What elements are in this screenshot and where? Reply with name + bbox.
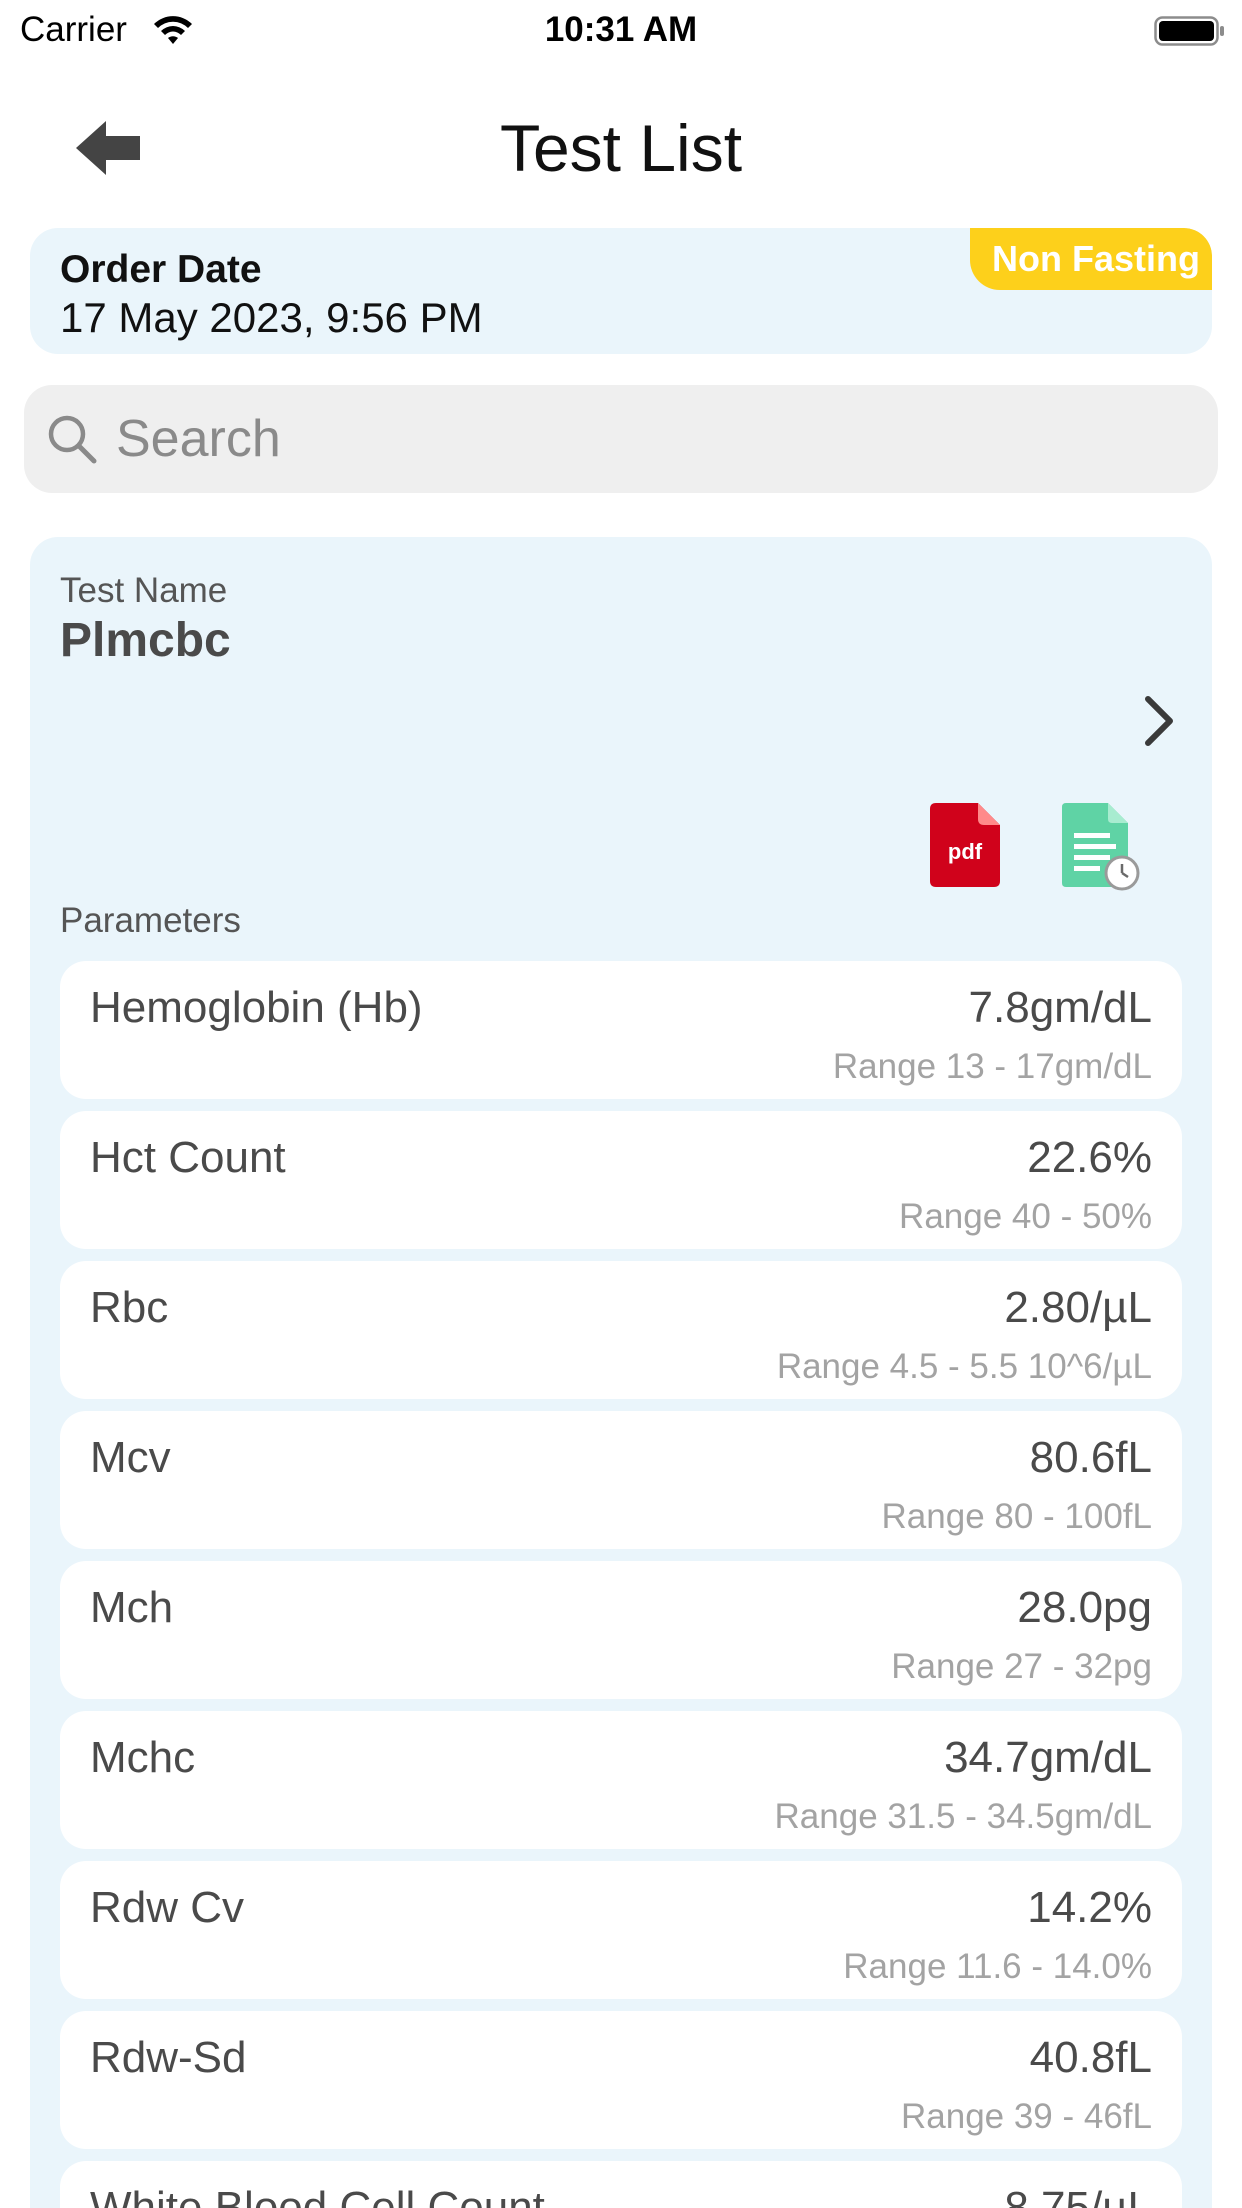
parameter-value: 7.8gm/dL [968,983,1152,1032]
parameter-name: Mch [90,1583,174,1632]
parameter-row: Mch 28.0pg Range 27 - 32pg [60,1561,1182,1699]
parameter-value: 14.2% [1027,1883,1152,1932]
page-title: Test List [499,111,743,185]
parameter-value: 8.75/µL [1004,2183,1152,2208]
parameter-row: Rdw Cv 14.2% Range 11.6 - 14.0% [60,1861,1182,1999]
parameter-range: Range 27 - 32pg [891,1647,1152,1686]
report-document-icon[interactable] [1062,803,1140,891]
parameter-range: Range 80 - 100fL [881,1497,1152,1536]
parameters-label: Parameters [60,901,241,940]
fasting-status-badge: Non Fasting [970,228,1212,290]
parameter-name: Rdw-Sd [90,2033,247,2082]
search-icon [48,415,97,464]
parameter-row: Mchc 34.7gm/dL Range 31.5 - 34.5gm/dL [60,1711,1182,1849]
parameter-name: Rdw Cv [90,1883,245,1932]
parameter-name: Mcv [90,1433,171,1482]
parameter-value: 2.80/µL [1004,1283,1152,1332]
order-date-value: 17 May 2023, 9:56 PM [60,294,483,341]
parameter-row: White Blood Cell Count 8.75/µL [60,2161,1182,2208]
parameter-range: Range 13 - 17gm/dL [832,1047,1152,1086]
parameter-row: Hct Count 22.6% Range 40 - 50% [60,1111,1182,1249]
parameter-row: Hemoglobin (Hb) 7.8gm/dL Range 13 - 17gm… [60,961,1182,1099]
parameter-value: 34.7gm/dL [944,1733,1152,1782]
parameter-range: Range 39 - 46fL [900,2097,1152,2136]
pdf-icon[interactable]: pdf [930,803,1000,887]
order-date-label: Order Date [60,248,262,291]
parameter-value: 40.8fL [1029,2033,1152,2082]
search-input[interactable] [116,385,1196,493]
parameter-list: Hemoglobin (Hb) 7.8gm/dL Range 13 - 17gm… [60,961,1182,2208]
parameter-name: Hemoglobin (Hb) [90,983,423,1032]
search-bar[interactable] [24,385,1218,493]
parameter-range: Range 31.5 - 34.5gm/dL [774,1797,1152,1836]
parameter-value: 80.6fL [1029,1433,1152,1482]
parameter-name: White Blood Cell Count [90,2183,545,2208]
status-time: 10:31 AM [544,10,698,49]
test-name: Plmcbc [60,614,231,667]
order-info-card: Order Date 17 May 2023, 9:56 PM Non Fast… [30,228,1212,354]
parameter-row: Rbc 2.80/µL Range 4.5 - 5.5 10^6/µL [60,1261,1182,1399]
parameter-name: Mchc [90,1733,196,1782]
parameter-row: Mcv 80.6fL Range 80 - 100fL [60,1411,1182,1549]
parameter-range: Range 4.5 - 5.5 10^6/µL [776,1347,1152,1386]
parameter-range: Range 11.6 - 14.0% [843,1947,1152,1986]
parameter-name: Hct Count [90,1133,286,1182]
battery-icon [1154,16,1224,46]
chevron-right-icon[interactable] [1138,693,1178,749]
test-card[interactable]: Test Name Plmcbc pdf Parameters Hemoglob… [30,537,1212,2208]
parameter-value: 28.0pg [1017,1583,1152,1632]
parameter-name: Rbc [90,1283,169,1332]
test-name-label: Test Name [60,571,228,610]
pdf-icon-text: pdf [948,839,983,864]
parameter-row: Rdw-Sd 40.8fL Range 39 - 46fL [60,2011,1182,2149]
parameter-range: Range 40 - 50% [899,1197,1152,1236]
parameter-value: 22.6% [1027,1133,1152,1182]
status-bar: Carrier 10:31 AM [0,0,1242,62]
